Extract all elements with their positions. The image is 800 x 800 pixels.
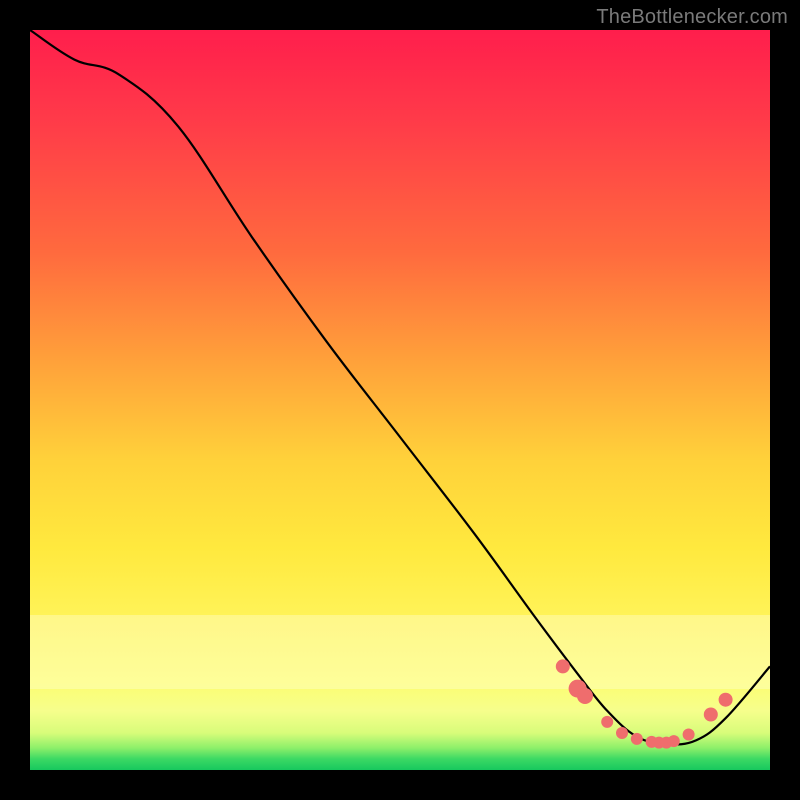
highlight-dot <box>577 688 593 704</box>
highlight-dot <box>601 716 613 728</box>
highlight-dot <box>556 659 570 673</box>
attribution-text: TheBottlenecker.com <box>596 6 788 29</box>
highlight-dot <box>719 693 733 707</box>
highlight-dot <box>668 735 680 747</box>
highlight-dot <box>683 729 695 741</box>
bottleneck-curve <box>30 30 770 744</box>
highlight-dot <box>616 727 628 739</box>
highlight-dot <box>631 733 643 745</box>
highlight-dot <box>704 708 718 722</box>
plot-area <box>30 30 770 770</box>
chart-frame: TheBottlenecker.com <box>0 0 800 800</box>
chart-svg <box>30 30 770 770</box>
